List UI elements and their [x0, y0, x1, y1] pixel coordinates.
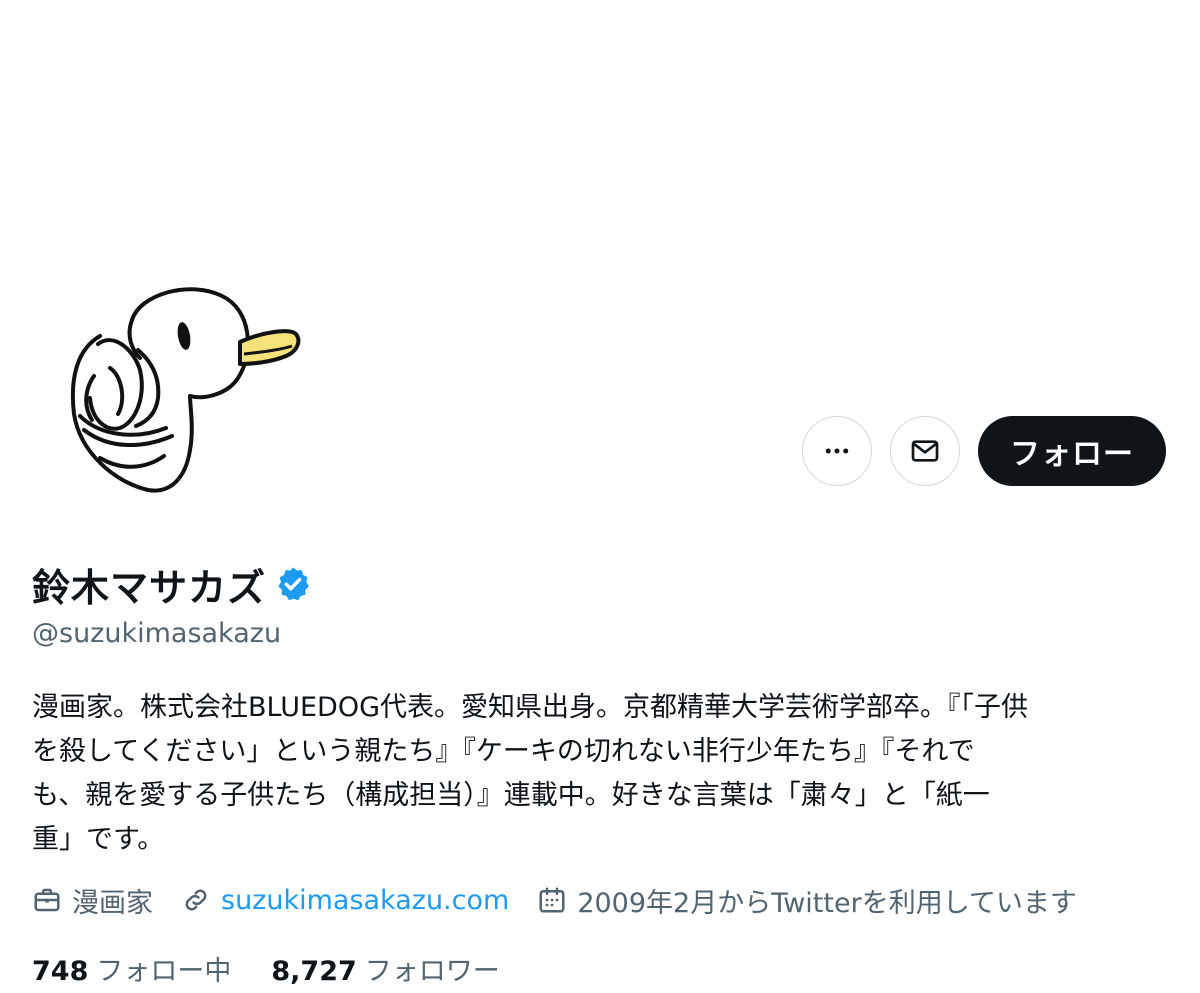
more-icon — [825, 448, 849, 454]
calendar-icon — [539, 887, 565, 913]
name-row: 鈴木マサカズ — [32, 558, 312, 610]
mail-icon — [911, 440, 939, 462]
profile-avatar[interactable] — [40, 280, 312, 502]
bio-line: 漫画家。株式会社BLUEDOG代表。愛知県出身。京都精華大学芸術学部卒。『「子供 — [32, 692, 1029, 723]
following-count: 748 — [32, 955, 89, 987]
follow-button[interactable]: フォロー — [978, 416, 1166, 486]
profile-meta: 漫画家 suzukimasakazu.com 2009年2月からTwitterを… — [32, 878, 1105, 922]
followers-label: フォロワー — [364, 955, 500, 987]
profession-item: 漫画家 — [32, 881, 153, 920]
message-button[interactable] — [890, 416, 960, 486]
bio-line: も、親を愛する子供たち（構成担当）』連載中。好きな言葉は「粛々」と「紙一 — [32, 780, 990, 811]
profession-label: 漫画家 — [72, 887, 153, 919]
bio-line: を殺してください」という親たち』『ケーキの切れない非行少年たち』『それで — [32, 736, 975, 767]
link-icon — [185, 889, 207, 911]
joined-label: 2009年2月からTwitterを利用しています — [577, 887, 1077, 919]
profile-bio: 漫画家。株式会社BLUEDOG代表。愛知県出身。京都精華大学芸術学部卒。『「子供… — [32, 686, 1172, 862]
more-button[interactable] — [802, 416, 872, 486]
user-handle: @suzukimasakazu — [32, 618, 282, 649]
bio-line: 重」です。 — [32, 824, 165, 855]
following-label: フォロー中 — [96, 955, 232, 987]
followers-stat[interactable]: 8,727 フォロワー — [271, 949, 499, 988]
duck-drawing — [70, 287, 301, 493]
joined-item: 2009年2月からTwitterを利用しています — [537, 881, 1077, 920]
following-stat[interactable]: 748 フォロー中 — [32, 949, 231, 988]
website-link[interactable]: suzukimasakazu.com — [221, 885, 509, 916]
display-name: 鈴木マサカズ — [32, 565, 267, 610]
followers-count: 8,727 — [271, 955, 357, 987]
follow-button-label: フォロー — [1010, 437, 1134, 472]
verified-badge-icon[interactable] — [274, 565, 312, 603]
briefcase-icon — [34, 888, 60, 912]
follow-stats: 748 フォロー中 8,727 フォロワー — [32, 948, 540, 988]
website-item[interactable]: suzukimasakazu.com — [181, 885, 509, 916]
